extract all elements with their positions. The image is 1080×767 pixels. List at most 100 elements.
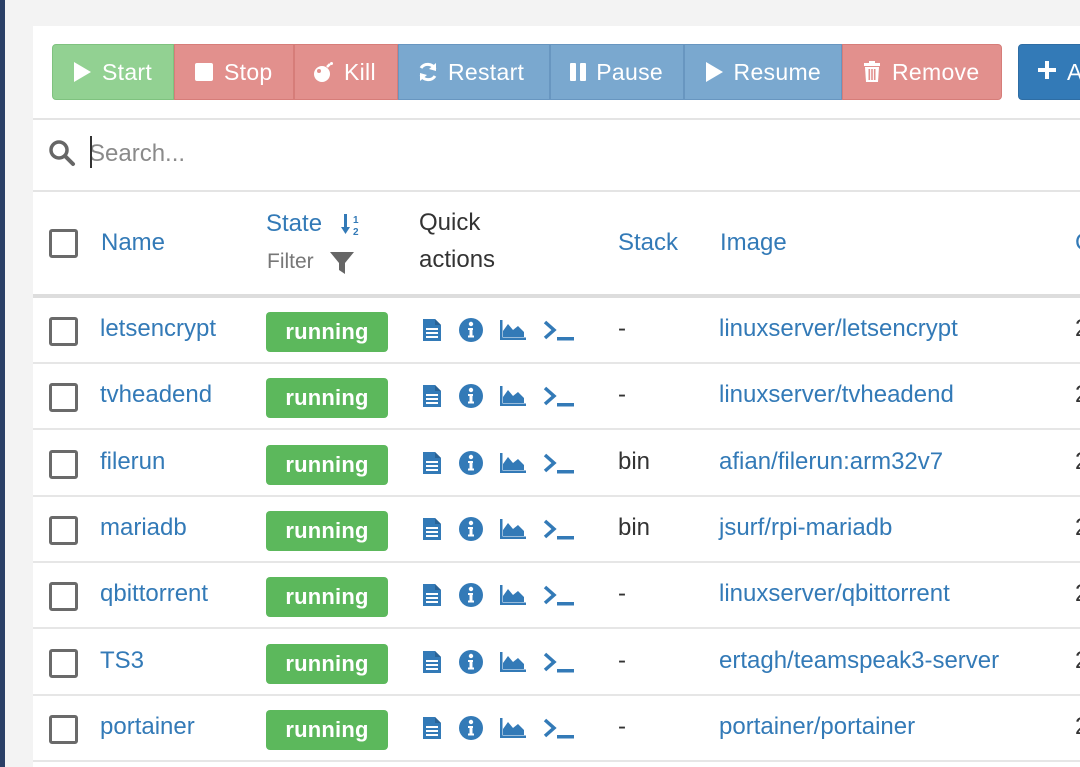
container-name-link[interactable]: portainer	[100, 713, 195, 741]
inspect-icon[interactable]	[458, 317, 492, 343]
next-column-value: 2	[1075, 448, 1080, 476]
image-link[interactable]: linuxserver/tvheadend	[719, 381, 954, 409]
container-name-link[interactable]: TS3	[100, 647, 144, 675]
search-input[interactable]	[89, 134, 989, 174]
stop-button[interactable]: Stop	[174, 44, 294, 100]
row-select-checkbox[interactable]	[49, 515, 78, 545]
inspect-icon[interactable]	[458, 516, 492, 542]
resume-button[interactable]: Resume	[684, 44, 842, 100]
search-bar	[33, 120, 1080, 190]
state-column-header[interactable]: State	[266, 210, 322, 238]
container-name-link[interactable]: mariadb	[100, 514, 187, 542]
image-link[interactable]: linuxserver/qbittorrent	[719, 580, 950, 608]
container-name-link[interactable]: letsencrypt	[100, 315, 216, 343]
inspect-icon[interactable]	[458, 715, 492, 741]
add-container-label: A	[1067, 58, 1080, 85]
logs-icon[interactable]	[422, 384, 456, 410]
status-badge: running	[266, 312, 388, 352]
container-name-link[interactable]: filerun	[100, 448, 165, 476]
row-select-checkbox[interactable]	[49, 582, 78, 612]
row-select-checkbox[interactable]	[49, 449, 78, 479]
kill-button[interactable]: Kill	[294, 44, 398, 100]
stats-icon[interactable]	[499, 717, 533, 743]
state-filter-label[interactable]: Filter	[267, 250, 314, 274]
next-column-value: 2	[1075, 514, 1080, 542]
svg-text:2: 2	[353, 227, 359, 236]
row-select-checkbox[interactable]	[49, 383, 78, 413]
stack-value: -	[618, 712, 626, 740]
image-column-header[interactable]: Image	[720, 229, 787, 257]
logs-icon[interactable]	[422, 517, 456, 543]
status-badge: running	[266, 643, 388, 684]
kill-button-label: Kill	[344, 58, 376, 85]
logs-icon[interactable]	[422, 650, 456, 676]
console-icon[interactable]	[542, 319, 576, 345]
text-caret	[90, 136, 92, 168]
stats-icon[interactable]	[499, 319, 533, 345]
table-row: qbittorrent running - linuxserver/qbittorre…	[33, 563, 1080, 630]
image-link[interactable]: linuxserver/letsencrypt	[719, 315, 958, 343]
next-column-header[interactable]: C	[1075, 229, 1080, 257]
pause-icon	[569, 61, 587, 83]
inspect-icon[interactable]	[458, 582, 492, 608]
quick-actions-header-line1: Quick	[419, 209, 481, 236]
next-column-value: 2	[1075, 647, 1080, 675]
refresh-icon	[417, 61, 439, 83]
image-link[interactable]: portainer/portainer	[719, 713, 915, 741]
start-button[interactable]: Start	[52, 44, 174, 100]
stats-icon[interactable]	[499, 385, 533, 411]
name-column-header[interactable]: Name	[101, 229, 165, 257]
row-select-checkbox[interactable]	[49, 648, 78, 678]
stack-column-header[interactable]: Stack	[618, 229, 678, 257]
svg-text:1: 1	[353, 215, 359, 226]
table-row: mariadb running bin jsurf/rpi-mariadb 2	[33, 497, 1080, 563]
filter-icon[interactable]	[329, 250, 355, 276]
image-link[interactable]: ertagh/teamspeak3-server	[719, 647, 999, 675]
add-container-button[interactable]: A	[1018, 44, 1080, 100]
sort-descending-icon[interactable]: 1 2	[341, 212, 365, 238]
console-icon[interactable]	[542, 452, 576, 478]
row-select-checkbox[interactable]	[49, 714, 78, 744]
console-icon[interactable]	[542, 385, 576, 411]
console-icon[interactable]	[542, 584, 576, 610]
remove-button[interactable]: Remove	[842, 44, 1002, 100]
logs-icon[interactable]	[422, 716, 456, 742]
restart-button[interactable]: Restart	[398, 44, 550, 100]
pause-button-label: Pause	[596, 58, 663, 85]
row-select-checkbox[interactable]	[49, 317, 78, 346]
stack-value: bin	[618, 447, 651, 475]
stats-icon[interactable]	[499, 651, 533, 677]
remove-button-label: Remove	[892, 58, 980, 85]
table-row: TS3 running - ertagh/teamspeak3-server 2	[33, 630, 1080, 696]
console-icon[interactable]	[542, 518, 576, 544]
stats-icon[interactable]	[499, 584, 533, 610]
stop-icon	[193, 61, 215, 83]
pause-button[interactable]: Pause	[550, 44, 684, 100]
restart-button-label: Restart	[448, 58, 525, 85]
next-column-value: 2	[1075, 713, 1080, 741]
containers-panel: Start Stop Kill Restart Pause Resume Rem…	[33, 26, 1080, 767]
logs-icon[interactable]	[422, 451, 456, 477]
logs-icon[interactable]	[422, 318, 456, 344]
start-button-label: Start	[102, 58, 153, 85]
table-row: letsencrypt running - linuxserver/letsencry…	[33, 298, 1080, 364]
inspect-icon[interactable]	[458, 383, 492, 409]
status-badge: running	[266, 510, 388, 551]
stats-icon[interactable]	[499, 518, 533, 544]
status-badge: running	[266, 378, 388, 419]
inspect-icon[interactable]	[458, 450, 492, 476]
inspect-icon[interactable]	[458, 649, 492, 675]
console-icon[interactable]	[542, 717, 576, 743]
image-link[interactable]: afian/filerun:arm32v7	[719, 448, 943, 476]
plus-icon	[1037, 59, 1057, 86]
image-link[interactable]: jsurf/rpi-mariadb	[719, 514, 892, 542]
logs-icon[interactable]	[422, 583, 456, 609]
select-all-checkbox[interactable]	[49, 229, 78, 258]
table-row: portainer running - portainer/portainer 2	[33, 696, 1080, 762]
bomb-icon	[313, 61, 335, 83]
stats-icon[interactable]	[499, 452, 533, 478]
container-name-link[interactable]: tvheadend	[100, 381, 212, 409]
container-name-link[interactable]: qbittorrent	[100, 580, 208, 608]
table-row: tvheadend running - linuxserver/tvheadend 2	[33, 364, 1080, 431]
console-icon[interactable]	[542, 651, 576, 677]
